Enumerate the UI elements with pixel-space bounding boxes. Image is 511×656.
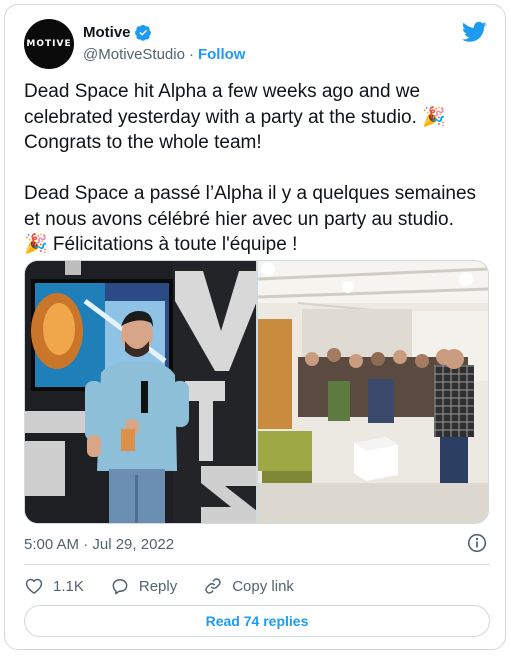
twitter-bird-icon[interactable] — [462, 21, 487, 43]
tweet-card: MOTIVE Motive @MotiveStudio · Follow Dea… — [4, 4, 506, 650]
copy-link-button[interactable]: Copy link — [203, 576, 294, 596]
photo-studio-party-image — [258, 261, 488, 523]
author-name-row: Motive — [83, 24, 152, 41]
action-bar: 1.1K Reply Copy link — [24, 573, 320, 599]
follow-button[interactable]: Follow — [198, 46, 246, 63]
photo-man-presenting-image — [25, 261, 256, 523]
handle[interactable]: @MotiveStudio — [83, 46, 185, 63]
separator-dot: · — [188, 46, 194, 63]
divider — [24, 564, 490, 565]
timestamp[interactable]: 5:00 AM · Jul 29, 2022 — [24, 536, 174, 553]
reply-label: Reply — [138, 577, 178, 595]
display-name[interactable]: Motive — [83, 24, 131, 41]
info-icon[interactable] — [467, 533, 487, 553]
link-icon — [205, 578, 221, 594]
verified-badge-icon — [134, 24, 151, 41]
like-button[interactable]: 1.1K — [24, 576, 84, 596]
tweet-media[interactable] — [24, 260, 489, 524]
likes-count: 1.1K — [53, 577, 84, 595]
read-replies-button[interactable]: Read 74 replies — [24, 605, 490, 637]
photo-studio-party[interactable] — [258, 261, 488, 523]
avatar-logo-text: MOTIVE — [26, 39, 72, 49]
photo-man-presenting[interactable] — [25, 261, 256, 523]
reply-bubble-icon — [112, 579, 128, 595]
avatar[interactable]: MOTIVE — [24, 19, 74, 69]
reply-button[interactable]: Reply — [110, 576, 177, 596]
handle-row: @MotiveStudio · Follow — [83, 46, 245, 63]
tweet-text: Dead Space hit Alpha a few weeks ago and… — [24, 81, 477, 255]
copy-link-label: Copy link — [232, 577, 294, 595]
heart-icon — [25, 578, 43, 594]
